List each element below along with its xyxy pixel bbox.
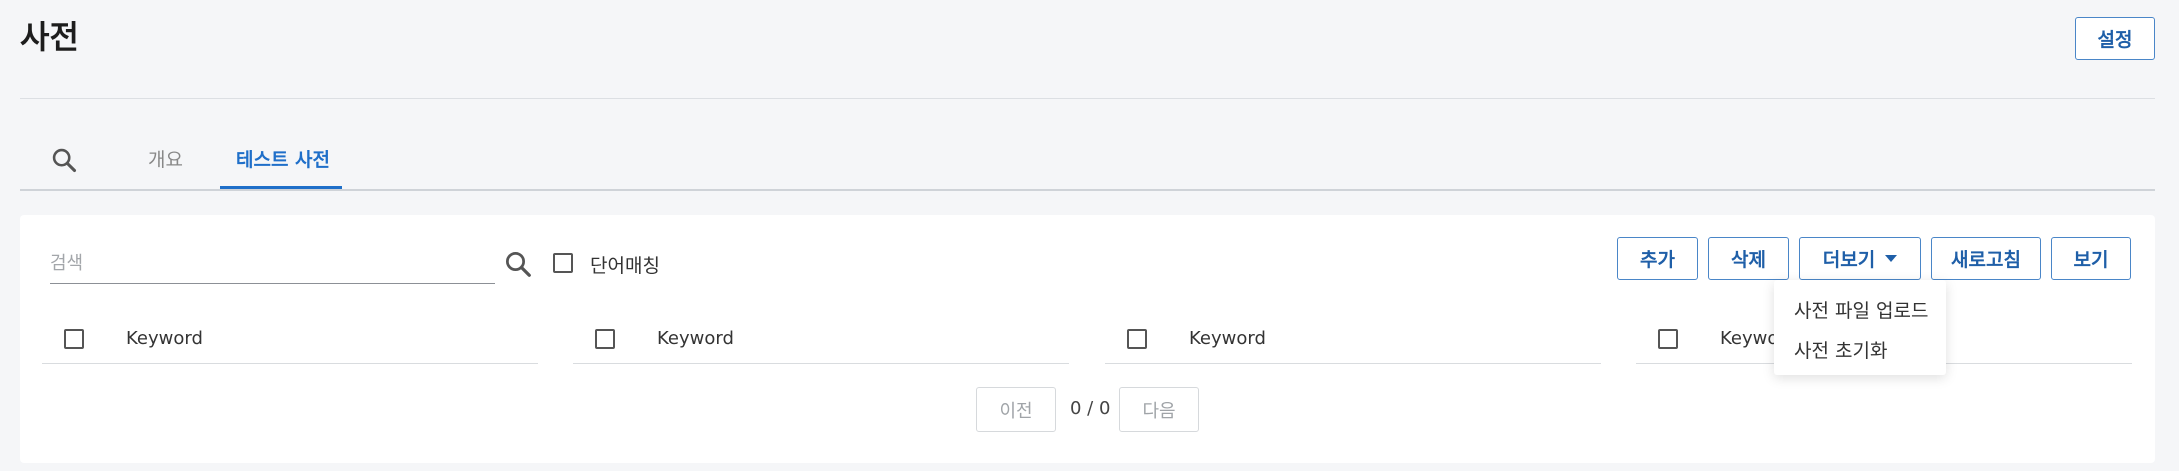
search-input[interactable]	[50, 245, 470, 281]
next-page-button[interactable]: 다음	[1119, 387, 1199, 432]
word-match-label: 단어매칭	[590, 255, 660, 277]
column-label-keyword: Keyword	[1189, 328, 1266, 349]
search-field	[50, 245, 495, 284]
tab-overview[interactable]: 개요	[148, 145, 183, 172]
refresh-button[interactable]: 새로고침	[1931, 237, 2041, 280]
select-all-checkbox[interactable]	[1127, 329, 1147, 349]
select-all-checkbox[interactable]	[595, 329, 615, 349]
column-header: Keyword	[573, 315, 1069, 364]
select-all-checkbox[interactable]	[64, 329, 84, 349]
tab-divider	[20, 189, 2155, 191]
column-label-keyword: Keyword	[126, 328, 203, 349]
page-title: 사전	[20, 18, 79, 56]
prev-page-button[interactable]: 이전	[976, 387, 1056, 432]
menu-item-upload-dictionary[interactable]: 사전 파일 업로드	[1794, 296, 1928, 323]
column-header: Keyword	[1105, 315, 1601, 364]
more-button-label: 더보기	[1822, 249, 1876, 271]
column-label-keyword: Keyword	[657, 328, 734, 349]
select-all-checkbox[interactable]	[1658, 329, 1678, 349]
more-button[interactable]: 더보기	[1799, 237, 1921, 280]
page-info: 0 / 0	[1070, 398, 1111, 419]
header-divider	[20, 98, 2155, 99]
tab-bar: 개요 테스트 사전	[20, 130, 2155, 190]
tab-test-dictionary[interactable]: 테스트 사전	[236, 145, 330, 172]
delete-button[interactable]: 삭제	[1708, 237, 1789, 280]
search-icon[interactable]	[50, 146, 78, 174]
search-icon[interactable]	[503, 249, 533, 279]
settings-button[interactable]: 설정	[2075, 17, 2155, 60]
caret-down-icon	[1885, 255, 1898, 262]
add-button[interactable]: 추가	[1617, 237, 1698, 280]
word-match-checkbox[interactable]	[553, 253, 573, 273]
more-dropdown-menu: 사전 파일 업로드 사전 초기화	[1774, 280, 1946, 375]
menu-item-reset-dictionary[interactable]: 사전 초기화	[1794, 336, 1887, 363]
view-button[interactable]: 보기	[2051, 237, 2131, 280]
column-header: Keyword	[42, 315, 538, 364]
